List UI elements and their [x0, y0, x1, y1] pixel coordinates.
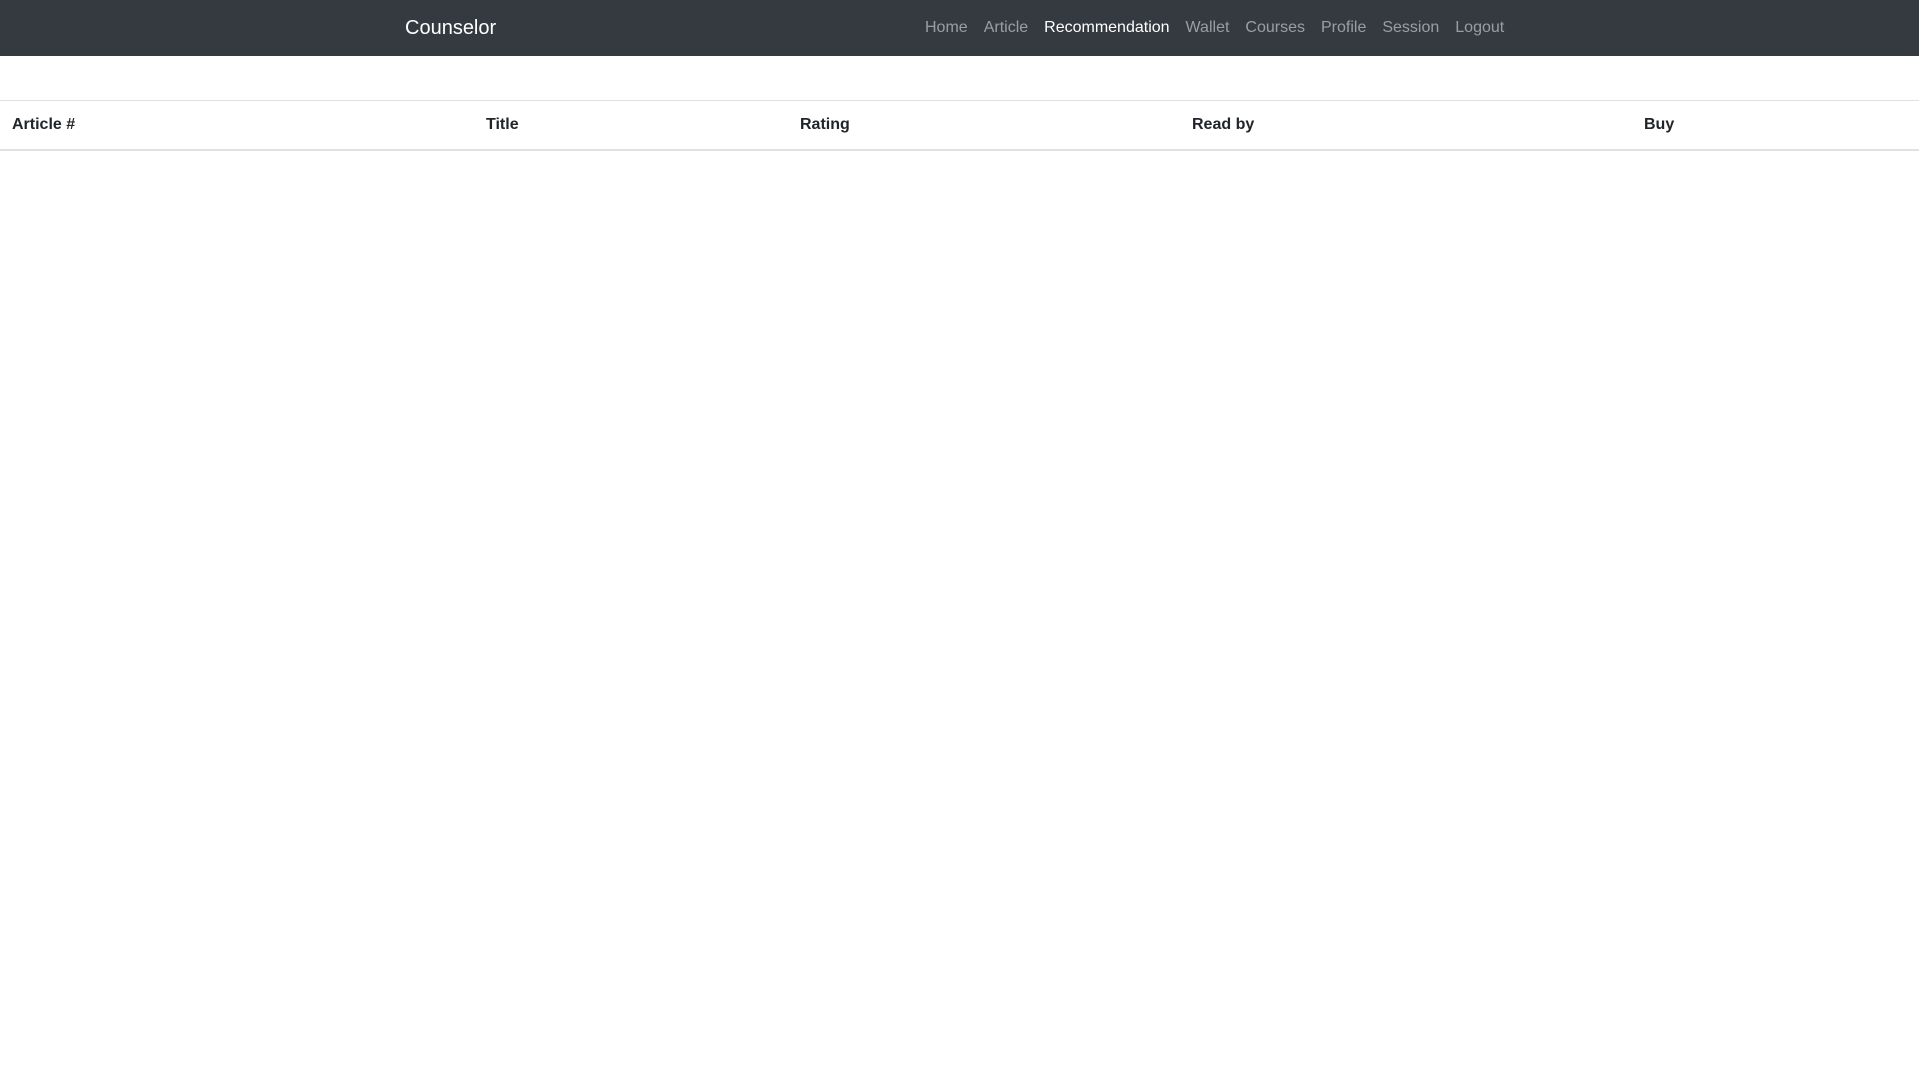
top-navbar: Counselor Home Article Recommendation Wa…	[0, 0, 1919, 56]
nav-item-courses[interactable]: Courses	[1237, 0, 1313, 56]
column-header-title: Title	[474, 100, 788, 151]
nav-item-home[interactable]: Home	[917, 0, 976, 56]
table-header-row: Article # Title Rating Read by Buy	[0, 100, 1919, 151]
nav-links: Home Article Recommendation Wallet Cours…	[917, 0, 1512, 56]
column-header-rating: Rating	[788, 100, 1180, 151]
nav-item-article[interactable]: Article	[976, 0, 1036, 56]
nav-item-wallet[interactable]: Wallet	[1178, 0, 1238, 56]
column-header-article-number: Article #	[0, 100, 474, 151]
nav-item-recommendation[interactable]: Recommendation	[1036, 0, 1177, 56]
nav-item-logout[interactable]: Logout	[1447, 0, 1512, 56]
brand-link[interactable]: Counselor	[405, 0, 496, 56]
table-header: Article # Title Rating Read by Buy	[0, 100, 1919, 151]
articles-table: Article # Title Rating Read by Buy	[0, 100, 1919, 151]
column-header-read-by: Read by	[1180, 100, 1632, 151]
nav-item-profile[interactable]: Profile	[1313, 0, 1374, 56]
nav-item-session[interactable]: Session	[1374, 0, 1447, 56]
column-header-buy: Buy	[1632, 100, 1919, 151]
